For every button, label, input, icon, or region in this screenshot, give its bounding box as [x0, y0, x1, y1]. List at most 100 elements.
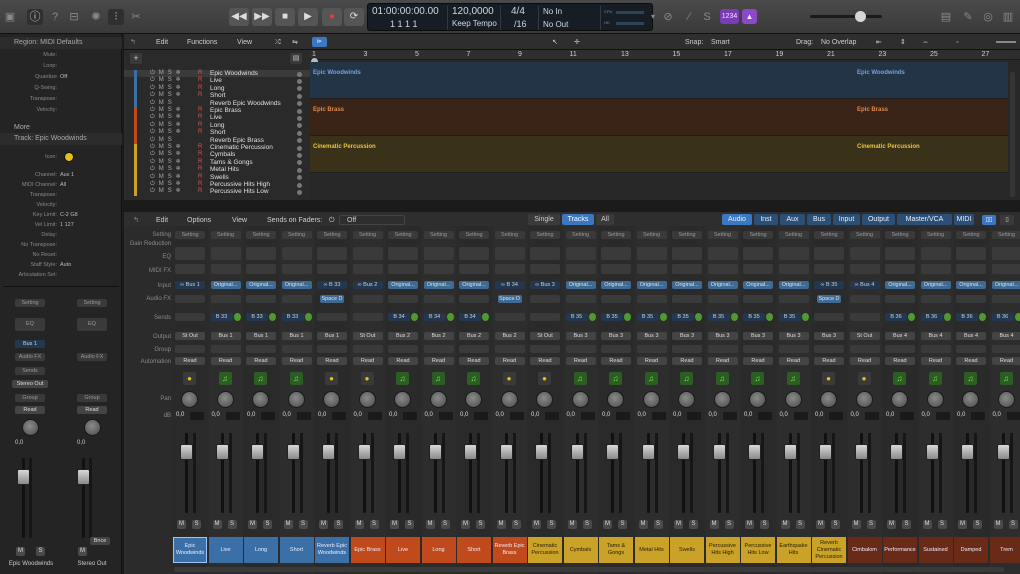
replace-icon[interactable]: ⊘ — [660, 9, 676, 25]
strip-name[interactable]: Tams & Gongs — [599, 537, 633, 563]
strip-audio-fx-slot[interactable] — [210, 295, 241, 303]
strip-eq-display[interactable] — [352, 247, 383, 260]
strip-fader[interactable] — [606, 444, 619, 460]
strip-eq-display[interactable] — [707, 247, 738, 260]
send-level-knob[interactable] — [233, 313, 241, 321]
strip-fader[interactable] — [677, 444, 690, 460]
mixer-edit-menu[interactable]: Edit — [156, 215, 168, 226]
strip-solo-button[interactable]: S — [582, 520, 592, 529]
track-param-value[interactable]: All — [60, 182, 66, 188]
strip-output-slot[interactable]: Bus 3 — [565, 332, 596, 340]
right-strip-group[interactable]: Group — [77, 394, 107, 402]
strip-send-slot[interactable]: B 33 — [210, 313, 233, 321]
strip-mute-button[interactable]: M — [532, 520, 541, 529]
strip-input-slot[interactable]: Original... — [388, 281, 418, 289]
strip-group-slot[interactable] — [707, 345, 738, 353]
strip-mute-button[interactable]: M — [780, 520, 790, 529]
track-param-row[interactable]: Vel Limit: 1 127 — [0, 222, 122, 232]
vertical-zoom-icon[interactable]: ⇕ — [900, 37, 906, 48]
global-tracks-button[interactable]: ▤ — [290, 53, 302, 64]
track-param-value[interactable]: Auto — [60, 262, 71, 268]
strip-group-slot[interactable] — [920, 345, 951, 353]
strip-solo-button[interactable]: S — [831, 520, 840, 529]
track-header-row[interactable]: ⏻MS❄ R Percussive Hits Low — [124, 188, 310, 196]
send-level-knob[interactable] — [269, 313, 276, 321]
region-param-row[interactable]: Velocity: — [0, 107, 122, 117]
strip-automation-mode[interactable]: Read — [920, 357, 951, 365]
track-param-row[interactable]: Velocity: — [0, 202, 122, 212]
record-enable-button[interactable]: R — [198, 85, 202, 92]
add-track-button[interactable]: + — [130, 53, 142, 64]
strip-fader[interactable] — [819, 444, 832, 460]
strip-name[interactable]: Metal Hits — [634, 537, 669, 563]
strip-name[interactable]: Long — [244, 537, 278, 563]
strip-group-slot[interactable] — [885, 345, 915, 353]
strip-output-slot[interactable]: St Out — [352, 332, 383, 340]
strip-setting-button[interactable]: Setting — [814, 231, 844, 239]
strip-automation-mode[interactable]: Read — [636, 357, 667, 365]
strip-audio-fx-slot[interactable] — [530, 295, 560, 303]
catch-icon[interactable]: ⤮ — [275, 37, 281, 48]
strip-automation-mode[interactable]: Read — [743, 357, 773, 365]
strip-output-slot[interactable]: Bus 3 — [743, 332, 773, 340]
strip-mute-button[interactable]: M — [816, 520, 825, 529]
strip-setting-button[interactable]: Setting — [565, 231, 596, 239]
filter-audio[interactable]: Audio — [722, 214, 752, 225]
strip-audio-fx-slot[interactable] — [281, 295, 312, 303]
strip-pan-knob[interactable] — [536, 391, 553, 408]
strip-setting-button[interactable]: Setting — [885, 231, 915, 239]
strip-fader[interactable] — [251, 444, 264, 460]
strip-audio-fx-slot[interactable] — [956, 295, 986, 303]
strip-output-slot[interactable]: St Out — [175, 332, 205, 340]
strip-eq-display[interactable] — [423, 247, 454, 260]
strip-input-slot[interactable]: Original... — [991, 281, 1020, 289]
region-label[interactable]: Epic Brass — [313, 107, 344, 113]
strip-eq-display[interactable] — [991, 247, 1020, 260]
strip-input-slot[interactable]: Original... — [885, 281, 915, 289]
strip-pan-knob[interactable] — [784, 391, 802, 408]
strip-name[interactable]: Long — [421, 537, 456, 563]
strip-mute-button[interactable]: M — [248, 520, 257, 529]
strip-group-slot[interactable] — [672, 345, 702, 353]
strip-pan-knob[interactable] — [465, 391, 482, 408]
strip-output-slot[interactable]: Bus 2 — [494, 332, 525, 340]
strip-send-slot[interactable] — [352, 313, 383, 321]
strip-automation-mode[interactable]: Read — [459, 357, 489, 365]
wide-strips-icon[interactable]: ▯ — [1000, 215, 1014, 225]
track-param-value[interactable]: 1 127 — [60, 222, 74, 228]
strip-name[interactable]: Earthquake Hits — [776, 537, 811, 563]
strip-output-slot[interactable]: Bus 1 — [210, 332, 241, 340]
strip-output-slot[interactable]: Bus 3 — [707, 332, 738, 340]
tracks-functions-menu[interactable]: Functions — [187, 37, 217, 48]
region-lane[interactable] — [310, 99, 1008, 136]
track-controls[interactable]: ⏻MS❄ — [150, 151, 185, 158]
track-header-row[interactable]: ⏻MS❄ R Cymbals — [124, 151, 310, 159]
left-strip-group[interactable]: Group — [15, 394, 45, 402]
strip-send-slot[interactable]: B 35 — [707, 313, 730, 321]
strip-setting-button[interactable]: Setting — [778, 231, 809, 239]
rewind-button[interactable]: ◀◀ — [229, 8, 249, 26]
strip-send-slot[interactable] — [530, 313, 560, 321]
strip-input-slot[interactable]: Original... — [956, 281, 986, 289]
strip-send-slot[interactable]: B 34 — [459, 313, 481, 321]
strip-audio-fx-slot[interactable] — [423, 295, 454, 303]
strip-solo-button[interactable]: S — [902, 520, 911, 529]
strip-eq-display[interactable] — [246, 247, 276, 260]
strip-midi-fx-slot[interactable] — [601, 264, 631, 274]
strip-pan-knob[interactable] — [287, 391, 305, 408]
left-strip-solo[interactable]: S — [36, 547, 45, 556]
strip-eq-display[interactable] — [210, 247, 241, 260]
secondary-tool-icon[interactable]: ✛ — [574, 37, 580, 48]
strip-output-slot[interactable]: St Out — [530, 332, 560, 340]
right-strip-eq[interactable]: EQ — [77, 318, 107, 331]
strip-output-slot[interactable]: Bus 4 — [991, 332, 1020, 340]
tracks-view-menu[interactable]: View — [237, 37, 252, 48]
strip-audio-fx-slot[interactable] — [778, 295, 809, 303]
strip-name[interactable]: Live — [208, 537, 243, 563]
track-header-row[interactable]: ⏻MS❄ R Short — [124, 129, 310, 137]
strip-eq-display[interactable] — [778, 247, 809, 260]
track-icon[interactable] — [64, 152, 74, 162]
strip-pan-knob[interactable] — [891, 391, 908, 408]
strip-group-slot[interactable] — [423, 345, 454, 353]
strip-output-slot[interactable]: Bus 2 — [423, 332, 454, 340]
